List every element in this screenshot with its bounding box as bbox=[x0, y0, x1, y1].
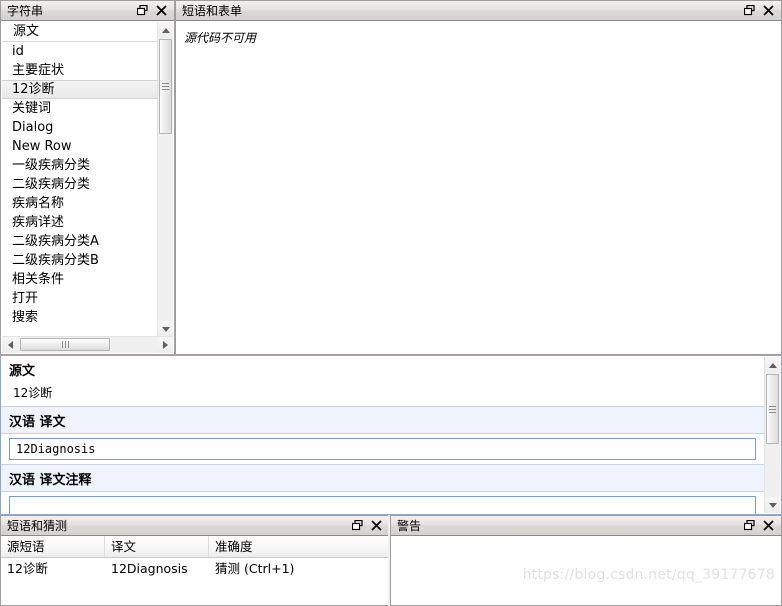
form-panel-title: 短语和表单 bbox=[182, 3, 243, 18]
translation-comment-label: 汉语 译文注释 bbox=[1, 464, 764, 492]
form-panel-body: 源代码不可用 bbox=[175, 21, 782, 355]
list-item[interactable]: 相关条件 bbox=[2, 270, 158, 289]
table-cell: 猜测 (Ctrl+1) bbox=[215, 561, 295, 576]
table-cell: 12诊断 bbox=[7, 561, 48, 576]
translation-comment-input[interactable] bbox=[9, 496, 756, 514]
scroll-up-arrow-icon[interactable] bbox=[158, 22, 173, 38]
translation-comment-field-wrap bbox=[1, 492, 764, 514]
strings-panel: 字符串 源文 id 主要症状 12诊断 关键词 Dialog New Row 一级疾病分类 二级… bbox=[0, 0, 175, 355]
strings-panel-header: 字符串 bbox=[0, 0, 175, 21]
list-item[interactable]: New Row bbox=[2, 137, 158, 156]
grip-icon bbox=[162, 81, 169, 92]
phrases-table-header: 源短语 译文 准确度 bbox=[1, 536, 389, 558]
column-header[interactable]: 准确度 bbox=[209, 536, 389, 557]
list-item[interactable]: Dialog bbox=[2, 118, 158, 137]
list-item[interactable]: 疾病名称 bbox=[2, 194, 158, 213]
restore-icon[interactable] bbox=[136, 5, 148, 17]
scroll-down-arrow-icon[interactable] bbox=[765, 497, 780, 513]
restore-icon[interactable] bbox=[351, 520, 363, 532]
close-icon[interactable] bbox=[762, 5, 774, 17]
list-item[interactable]: 12诊断 bbox=[2, 80, 158, 99]
translation-editor-content: 源文 12诊断 汉语 译文 汉语 译文注释 bbox=[1, 356, 764, 514]
form-panel-header: 短语和表单 bbox=[175, 0, 782, 21]
translation-label: 汉语 译文 bbox=[1, 406, 764, 434]
close-icon[interactable] bbox=[155, 5, 167, 17]
phrases-panel-header: 短语和猜测 bbox=[0, 515, 390, 536]
scroll-left-arrow-icon[interactable] bbox=[2, 337, 18, 353]
list-item[interactable]: 主要症状 bbox=[2, 61, 158, 80]
phrases-and-guesses-panel: 短语和猜测 源短语 译文 准确度 12诊断 12Diagnosis 猜测 (Ctrl+1… bbox=[0, 515, 390, 606]
list-item[interactable]: 打开 bbox=[2, 289, 158, 308]
source-text-label: 源文 bbox=[9, 364, 36, 379]
close-icon[interactable] bbox=[762, 520, 774, 532]
strings-list-header-item[interactable]: 源文 bbox=[2, 22, 158, 42]
list-item[interactable]: 疾病详述 bbox=[2, 213, 158, 232]
phrases-panel-header-buttons bbox=[351, 520, 387, 532]
list-item[interactable]: 二级疾病分类 bbox=[2, 175, 158, 194]
restore-icon[interactable] bbox=[743, 5, 755, 17]
warnings-panel-title: 警告 bbox=[397, 518, 422, 533]
form-panel-header-buttons bbox=[743, 5, 779, 17]
strings-panel-body: 源文 id 主要症状 12诊断 关键词 Dialog New Row 一级疾病分类 二级疾病分类… bbox=[0, 21, 175, 355]
translation-field-wrap bbox=[1, 434, 764, 464]
grip-icon bbox=[769, 404, 776, 415]
strings-hscroll-thumb[interactable] bbox=[20, 338, 110, 351]
phrases-and-form-panel: 短语和表单 源代码不可用 bbox=[175, 0, 782, 355]
source-text-value: 12诊断 bbox=[13, 386, 53, 400]
watermark: https://blog.csdn.net/qq_39177678 bbox=[522, 567, 775, 583]
warnings-panel: 警告 https://blog.csdn.net/qq_39177678 bbox=[390, 515, 782, 606]
strings-horizontal-scrollbar[interactable] bbox=[2, 336, 173, 353]
scroll-up-arrow-icon[interactable] bbox=[765, 357, 780, 373]
scroll-right-arrow-icon[interactable] bbox=[157, 337, 173, 353]
phrases-panel-title: 短语和猜测 bbox=[7, 518, 68, 533]
close-icon[interactable] bbox=[370, 520, 382, 532]
translation-editor-panel: 源文 12诊断 汉语 译文 汉语 译文注释 bbox=[0, 355, 782, 515]
editor-vertical-scrollbar[interactable] bbox=[764, 357, 780, 513]
warnings-panel-header-buttons bbox=[743, 520, 779, 532]
list-item[interactable]: 二级疾病分类B bbox=[2, 251, 158, 270]
column-header[interactable]: 译文 bbox=[105, 536, 209, 557]
grip-icon bbox=[61, 341, 69, 348]
strings-vertical-scrollbar[interactable] bbox=[157, 22, 173, 337]
strings-vscroll-thumb[interactable] bbox=[159, 39, 172, 134]
restore-icon[interactable] bbox=[743, 520, 755, 532]
strings-panel-title: 字符串 bbox=[7, 3, 44, 18]
list-item[interactable]: 搜索 bbox=[2, 308, 158, 327]
warnings-panel-body: https://blog.csdn.net/qq_39177678 bbox=[390, 536, 782, 606]
editor-vscroll-thumb[interactable] bbox=[766, 374, 779, 444]
list-item[interactable]: 二级疾病分类A bbox=[2, 232, 158, 251]
list-item[interactable]: 一级疾病分类 bbox=[2, 156, 158, 175]
phrases-table-body[interactable]: 12诊断 12Diagnosis 猜测 (Ctrl+1) bbox=[1, 558, 389, 580]
table-row[interactable]: 12诊断 12Diagnosis 猜测 (Ctrl+1) bbox=[1, 558, 389, 580]
phrases-panel-body: 源短语 译文 准确度 12诊断 12Diagnosis 猜测 (Ctrl+1) bbox=[0, 536, 390, 606]
list-item[interactable]: 关键词 bbox=[2, 99, 158, 118]
column-header[interactable]: 源短语 bbox=[1, 536, 105, 557]
strings-panel-header-buttons bbox=[136, 5, 172, 17]
warnings-panel-header: 警告 bbox=[390, 515, 782, 536]
table-cell: 12Diagnosis bbox=[111, 561, 188, 576]
source-unavailable-message: 源代码不可用 bbox=[184, 31, 257, 45]
strings-list[interactable]: 源文 id 主要症状 12诊断 关键词 Dialog New Row 一级疾病分类 二级疾病分类… bbox=[2, 22, 158, 337]
list-item[interactable]: id bbox=[2, 42, 158, 61]
scroll-down-arrow-icon[interactable] bbox=[158, 321, 173, 337]
translation-input[interactable] bbox=[9, 438, 756, 460]
